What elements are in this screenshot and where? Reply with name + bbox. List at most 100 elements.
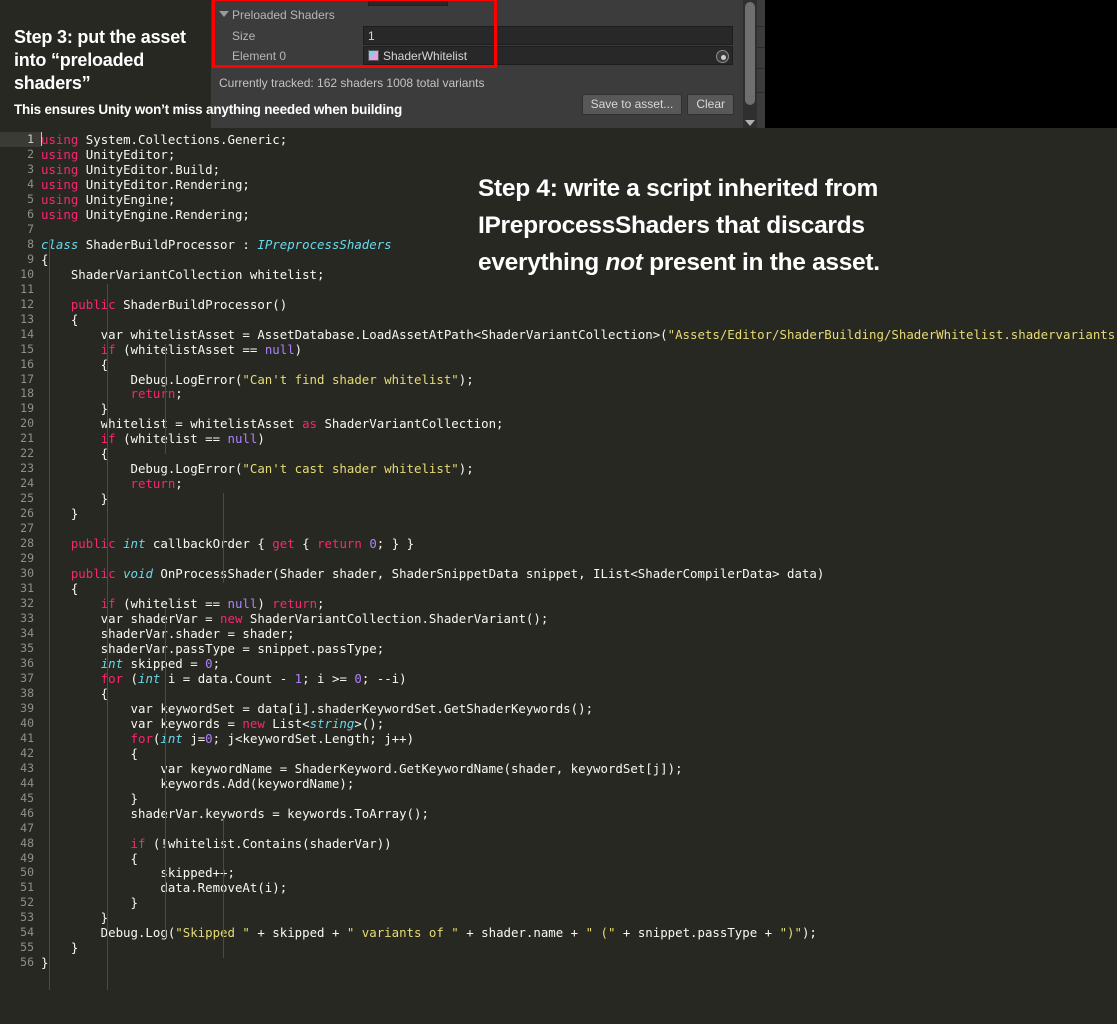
code-line[interactable]: shaderVar.keywords = keywords.ToArray(); (41, 806, 1117, 821)
code-line[interactable]: } (41, 491, 1117, 506)
code-token: ShaderVariantCollection whitelist; (41, 266, 325, 282)
code-line[interactable]: { (41, 446, 1117, 461)
code-token: public (70, 296, 116, 312)
code-line[interactable]: Debug.LogError("Can't cast shader whitel… (41, 461, 1117, 476)
code-line[interactable]: whitelist = whitelistAsset as ShaderVari… (41, 416, 1117, 431)
code-line[interactable]: { (41, 851, 1117, 866)
code-line[interactable]: Debug.LogError("Can't find shader whitel… (41, 372, 1117, 387)
code-line[interactable]: for (int i = data.Count - 1; i >= 0; --i… (41, 671, 1117, 686)
code-token: System.Collections.Generic; (78, 132, 288, 147)
code-line[interactable]: { (41, 581, 1117, 596)
code-token: using (41, 206, 79, 222)
code-token: var keywordSet = data[i].shaderKeywordSe… (41, 700, 594, 716)
code-line[interactable]: if (!whitelist.Contains(shaderVar)) (41, 836, 1117, 851)
chevron-down-icon[interactable] (219, 11, 229, 17)
code-line[interactable]: return; (41, 476, 1117, 491)
code-line[interactable]: keywords.Add(keywordName); (41, 776, 1117, 791)
code-line[interactable]: { (41, 312, 1117, 327)
object-picker-icon[interactable] (716, 50, 729, 63)
code-line[interactable]: var keywords = new List<string>(); (41, 716, 1117, 731)
code-token: using (41, 191, 79, 207)
code-line[interactable]: } (41, 940, 1117, 955)
element-0-object-field[interactable]: ShaderWhitelist (363, 46, 733, 65)
code-token: ; (317, 596, 325, 612)
code-line[interactable]: public void OnProcessShader(Shader shade… (41, 566, 1117, 581)
code-line[interactable]: shaderVar.shader = shader; (41, 626, 1117, 641)
code-line[interactable]: int skipped = 0; (41, 656, 1117, 671)
code-token: keywords.Add(keywordName); (41, 775, 355, 791)
line-number: 13 (20, 311, 34, 326)
scrollbar-thumb[interactable] (745, 2, 755, 105)
code-line[interactable]: var shaderVar = new ShaderVariantCollect… (41, 611, 1117, 626)
code-line[interactable]: using UnityEditor; (41, 147, 1117, 162)
step4-line-3-a: everything (478, 249, 606, 276)
preloaded-shaders-foldout-row[interactable]: Preloaded Shaders (211, 8, 738, 25)
code-line[interactable]: if (whitelistAsset == null) (41, 342, 1117, 357)
code-line[interactable]: } (41, 791, 1117, 806)
code-token: shaderVar.passType = snippet.passType; (41, 640, 385, 656)
code-token: >(); (354, 715, 385, 731)
code-line[interactable]: } (41, 895, 1117, 910)
tracked-status-text: Currently tracked: 162 shaders 1008 tota… (219, 76, 485, 90)
code-line[interactable]: for(int j=0; j<keywordSet.Length; j++) (41, 731, 1117, 746)
line-number: 14 (20, 326, 34, 341)
code-token: (whitelist == (115, 596, 228, 612)
code-line[interactable]: var whitelistAsset = AssetDatabase.LoadA… (41, 327, 1117, 342)
code-line[interactable]: Debug.Log("Skipped " + skipped + " varia… (41, 925, 1117, 940)
code-line[interactable]: public int callbackOrder { get { return … (41, 536, 1117, 551)
size-input[interactable]: 1 (363, 26, 733, 45)
code-line[interactable] (41, 551, 1117, 566)
array-size-row[interactable]: Size 1 (211, 26, 738, 45)
code-line[interactable] (41, 821, 1117, 836)
code-token: " (" (585, 925, 616, 941)
line-number: 20 (20, 416, 34, 431)
code-token: ShaderVariantCollection.ShaderVariant(); (242, 611, 549, 626)
clipped-row-field (368, 0, 448, 6)
code-line[interactable]: using System.Collections.Generic; (41, 132, 1117, 147)
code-token: skipped++; (41, 865, 235, 881)
line-number: 43 (20, 760, 34, 775)
line-number-gutter: 1 2 3 4 5 6 7 8 9 10 11 12 13 14 15 16 17 18 19 20 21 22 23 24 2… (0, 132, 41, 970)
element-0-row[interactable]: Element 0 ShaderWhitelist (211, 46, 738, 65)
line-number: 24 (20, 476, 34, 491)
code-line[interactable]: data.RemoveAt(i); (41, 880, 1117, 895)
code-line[interactable]: { (41, 746, 1117, 761)
code-line[interactable]: shaderVar.passType = snippet.passType; (41, 641, 1117, 656)
code-line[interactable]: skipped++; (41, 865, 1117, 880)
code-token: if (130, 835, 146, 851)
step4-line-3: everything not present in the asset. (478, 244, 998, 281)
code-token: "Can't find shader whitelist" (242, 371, 459, 387)
scroll-down-arrow-icon[interactable] (745, 120, 755, 126)
code-line[interactable]: return; (41, 386, 1117, 401)
code-token: return (272, 596, 318, 612)
code-line[interactable]: } (41, 955, 1117, 970)
line-number: 27 (20, 521, 34, 536)
code-token: ShaderBuildProcessor() (115, 296, 288, 312)
code-token: if (100, 596, 116, 612)
code-token: shaderVar.shader = shader; (41, 625, 295, 641)
code-line[interactable]: public ShaderBuildProcessor() (41, 297, 1117, 312)
code-line[interactable] (41, 282, 1117, 297)
code-token: return (130, 386, 176, 402)
code-token: ; j<keywordSet.Length; j++) (212, 730, 415, 746)
code-token: List< (264, 715, 310, 731)
line-number: 42 (20, 745, 34, 760)
line-number: 2 (27, 146, 34, 161)
code-line[interactable]: } (41, 401, 1117, 416)
code-token: ; (175, 386, 183, 402)
code-line[interactable] (41, 521, 1117, 536)
code-line[interactable]: } (41, 506, 1117, 521)
code-line[interactable]: if (whitelist == null) (41, 431, 1117, 446)
indent-guide (223, 818, 224, 958)
code-line[interactable]: var keywordSet = data[i].shaderKeywordSe… (41, 701, 1117, 716)
code-line[interactable]: var keywordName = ShaderKeyword.GetKeywo… (41, 761, 1117, 776)
code-token: j= (182, 730, 206, 746)
code-line[interactable]: if (whitelist == null) return; (41, 596, 1117, 611)
panel-content-sliver (757, 0, 765, 128)
code-token: } (41, 401, 109, 417)
code-line[interactable]: } (41, 910, 1117, 925)
code-line[interactable]: { (41, 686, 1117, 701)
code-line[interactable]: { (41, 357, 1117, 372)
